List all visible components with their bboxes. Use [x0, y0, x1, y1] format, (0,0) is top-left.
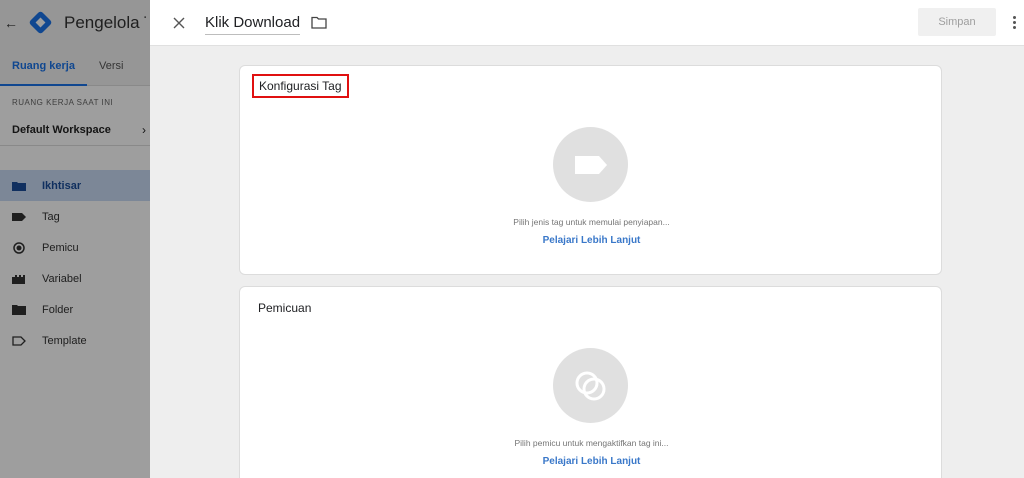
tag-configuration-card[interactable]: Konfigurasi Tag Pilih jenis tag untuk me… [239, 65, 942, 275]
card-title: Konfigurasi Tag [252, 74, 349, 98]
sidebar-nav: Ikhtisar Tag Pemicu Variabel Folder Temp… [0, 170, 150, 356]
sidebar-item-label: Pemicu [42, 241, 79, 254]
sidebar-item-tags[interactable]: Tag [0, 201, 150, 232]
sidebar-item-label: Variabel [42, 272, 82, 285]
close-icon[interactable] [170, 14, 188, 32]
chevron-right-icon: › [142, 122, 146, 137]
arrow-back-icon[interactable]: ← [0, 15, 22, 31]
background-topbar: ← Pengelola Tag Google [0, 0, 150, 46]
sidebar-item-templates[interactable]: Template [0, 325, 150, 356]
tab-versions[interactable]: Versi [87, 46, 135, 86]
background-tabs: Ruang kerja Versi [0, 46, 150, 86]
tag-icon [12, 212, 26, 222]
trigger-icon [12, 241, 26, 254]
learn-more-link[interactable]: Pelajari Lebih Lanjut [240, 456, 943, 467]
sidebar-item-overview[interactable]: Ikhtisar [0, 170, 150, 201]
gtm-logo-icon [28, 10, 54, 36]
sidebar-item-label: Tag [42, 210, 60, 223]
tag-placeholder-icon [553, 127, 628, 202]
trigger-placeholder-icon [553, 348, 628, 423]
sidebar-item-variables[interactable]: Variabel [0, 263, 150, 294]
workspace-label: RUANG KERJA SAAT INI [12, 98, 114, 107]
panel-header: Klik Download Simpan [150, 0, 1024, 46]
sidebar-item-label: Template [42, 334, 87, 347]
tab-workspace[interactable]: Ruang kerja [0, 46, 87, 86]
folder-open-icon [12, 181, 26, 191]
save-button[interactable]: Simpan [918, 8, 996, 36]
workspace-selector[interactable]: Default Workspace › [0, 114, 150, 146]
sidebar-item-label: Folder [42, 303, 74, 316]
tag-editor-panel: Klik Download Simpan Konfigurasi Tag Pil… [150, 0, 1024, 478]
background-app: ← Pengelola Tag Google Ruang kerja Versi… [0, 0, 150, 478]
card-hint: Pilih pemicu untuk mengaktifkan tag ini.… [514, 438, 669, 448]
card-title: Pemicuan [258, 301, 312, 315]
more-vert-icon[interactable] [1008, 12, 1020, 32]
template-icon [12, 335, 26, 346]
sidebar-item-triggers[interactable]: Pemicu [0, 232, 150, 263]
folder-icon[interactable] [310, 14, 328, 32]
tag-name-field[interactable]: Klik Download [205, 14, 301, 35]
sidebar-item-label: Ikhtisar [42, 179, 82, 192]
card-hint: Pilih jenis tag untuk memulai penyiapan.… [513, 217, 670, 227]
variable-icon [12, 274, 26, 284]
workspace-name: Default Workspace [12, 123, 111, 136]
triggering-card[interactable]: Pemicuan Pilih pemicu untuk mengaktifkan… [239, 286, 942, 478]
folder-icon [12, 304, 26, 315]
app-title: Pengelola Tag Google [64, 13, 146, 32]
sidebar-item-folders[interactable]: Folder [0, 294, 150, 325]
learn-more-link[interactable]: Pelajari Lebih Lanjut [240, 235, 943, 246]
